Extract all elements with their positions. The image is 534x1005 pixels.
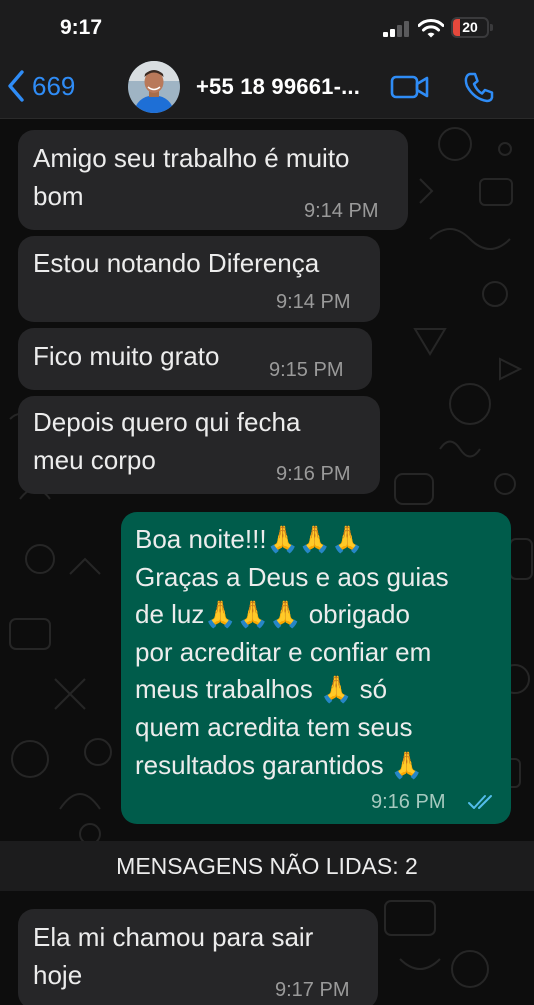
double-check-read-icon bbox=[468, 795, 492, 809]
message-text: Depois quero qui fecha meu corpo bbox=[33, 407, 301, 475]
message-time: 9:15 PM bbox=[269, 359, 344, 381]
message-bubble-outgoing[interactable]: Boa noite!!!🙏🙏🙏 Graças a Deus e aos guia… bbox=[121, 512, 511, 824]
message-time: 9:14 PM bbox=[276, 291, 351, 313]
back-button[interactable]: 669 bbox=[6, 66, 75, 106]
message-time: 9:16 PM bbox=[371, 791, 446, 813]
voice-call-button[interactable] bbox=[462, 70, 496, 104]
message-bubble-incoming[interactable]: Ela mi chamou para sair hoje 9:17 PM bbox=[18, 909, 378, 1005]
battery-icon: 20 bbox=[451, 17, 489, 38]
message-bubble-incoming[interactable]: Amigo seu trabalho é muito bom 9:14 PM bbox=[18, 130, 408, 230]
message-time: 9:17 PM bbox=[275, 979, 350, 1001]
message-text: Boa noite!!!🙏🙏🙏 Graças a Deus e aos guia… bbox=[135, 524, 449, 780]
message-bubble-incoming[interactable]: Fico muito grato 9:15 PM bbox=[18, 328, 372, 390]
battery-terminal bbox=[490, 24, 493, 31]
chat-header: 669 +55 18 99661-... bbox=[0, 56, 534, 119]
phone-icon bbox=[464, 72, 494, 103]
message-text: Fico muito grato bbox=[33, 341, 220, 371]
unread-chats-count: 669 bbox=[32, 70, 76, 101]
status-bar: 9:17 20 bbox=[0, 0, 534, 56]
message-bubble-incoming[interactable]: Estou notando Diferença 9:14 PM bbox=[18, 236, 380, 322]
message-time: 9:14 PM bbox=[304, 200, 379, 222]
message-bubble-incoming[interactable]: Depois quero qui fecha meu corpo 9:16 PM bbox=[18, 396, 380, 494]
contact-name[interactable]: +55 18 99661-... bbox=[196, 74, 360, 100]
message-text: Ela mi chamou para sair hoje bbox=[33, 922, 314, 990]
avatar[interactable] bbox=[128, 61, 180, 113]
video-camera-icon bbox=[390, 75, 429, 99]
message-time: 9:16 PM bbox=[276, 463, 351, 485]
battery-level-text: 20 bbox=[462, 19, 478, 35]
unread-messages-divider: MENSAGENS NÃO LIDAS: 2 bbox=[0, 841, 534, 891]
message-text: Amigo seu trabalho é muito bom bbox=[33, 143, 350, 211]
message-text: Estou notando Diferença bbox=[33, 248, 320, 278]
status-time: 9:17 bbox=[60, 16, 103, 39]
video-call-button[interactable] bbox=[389, 70, 431, 104]
chevron-left-icon bbox=[8, 70, 24, 102]
message-list[interactable]: Amigo seu trabalho é muito bom 9:14 PM E… bbox=[0, 119, 534, 1005]
cellular-signal-icon bbox=[383, 21, 411, 37]
wifi-icon bbox=[417, 19, 445, 43]
